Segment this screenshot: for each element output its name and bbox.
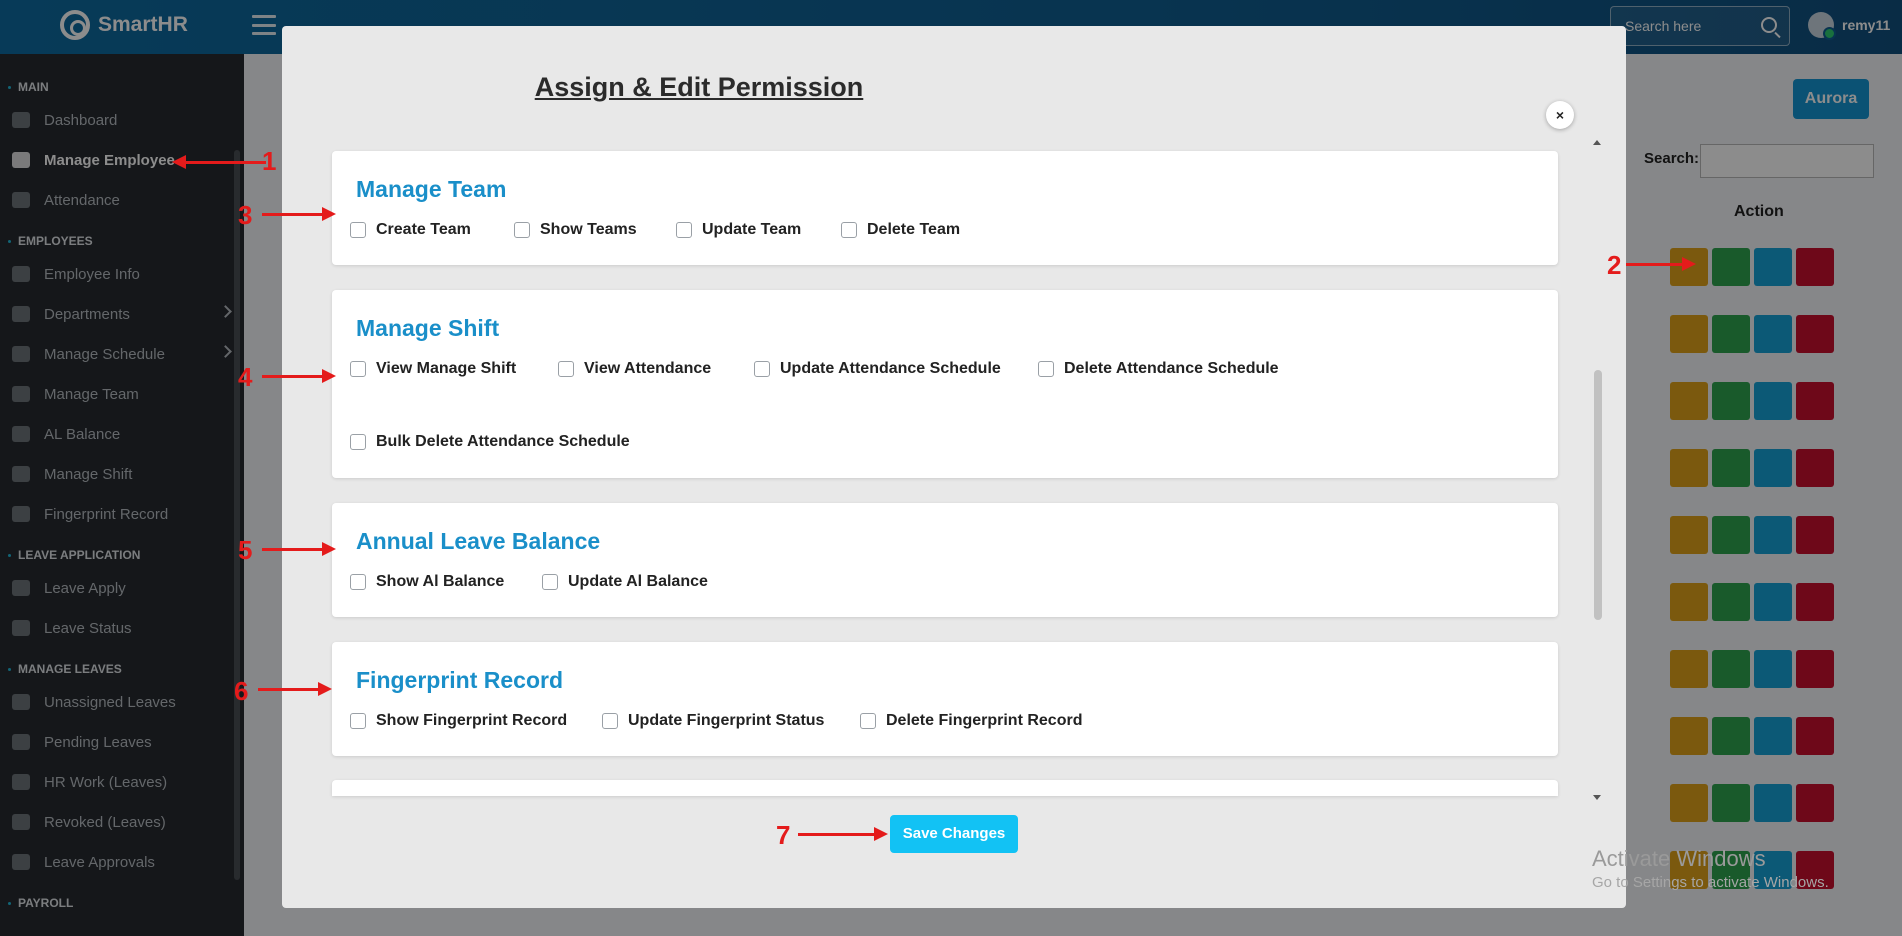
perm-show-fingerprint-record[interactable]: Show Fingerprint Record <box>350 712 567 730</box>
checkbox[interactable] <box>350 574 366 590</box>
section-title: Manage Shift <box>356 315 500 341</box>
section-title: Fingerprint Record <box>356 667 564 693</box>
permission-section-manage-team: Manage Team Create Team Show Teams Updat… <box>332 151 1558 265</box>
checkbox[interactable] <box>542 574 558 590</box>
perm-update-fingerprint-status[interactable]: Update Fingerprint Status <box>602 712 824 730</box>
perm-create-team[interactable]: Create Team <box>350 221 471 239</box>
checkbox[interactable] <box>350 361 366 377</box>
checkbox[interactable] <box>676 222 692 238</box>
close-button[interactable]: × <box>1546 101 1574 129</box>
perm-delete-fingerprint-record[interactable]: Delete Fingerprint Record <box>860 712 1082 730</box>
checkbox[interactable] <box>860 713 876 729</box>
permission-section-manage-shift: Manage Shift View Manage Shift View Atte… <box>332 290 1558 478</box>
save-changes-button[interactable]: Save Changes <box>890 815 1018 853</box>
annotation-label: 6 <box>234 676 249 706</box>
checkbox[interactable] <box>350 434 366 450</box>
annotation-arrow <box>258 682 332 696</box>
checkbox[interactable] <box>1038 361 1054 377</box>
activate-windows-watermark: Activate Windows <box>1592 846 1766 871</box>
perm-delete-attendance-schedule[interactable]: Delete Attendance Schedule <box>1038 360 1279 378</box>
annotation-arrow <box>262 207 336 221</box>
section-title: Annual Leave Balance <box>356 528 601 554</box>
permission-section-fingerprint-record: Fingerprint Record Show Fingerprint Reco… <box>332 642 1558 756</box>
permission-section-annual-leave-balance: Annual Leave Balance Show Al Balance Upd… <box>332 503 1558 617</box>
annotation-label: 5 <box>238 535 253 565</box>
checkbox[interactable] <box>558 361 574 377</box>
perm-show-teams[interactable]: Show Teams <box>514 221 637 239</box>
perm-update-attendance-schedule[interactable]: Update Attendance Schedule <box>754 360 1001 378</box>
perm-bulk-delete-attendance-schedule[interactable]: Bulk Delete Attendance Schedule <box>350 433 630 451</box>
scroll-down-icon[interactable] <box>1593 795 1601 800</box>
annotation-arrow <box>262 542 336 556</box>
checkbox[interactable] <box>350 222 366 238</box>
annotation-arrow <box>798 827 888 841</box>
annotation-label: 4 <box>238 362 253 392</box>
perm-show-al-balance[interactable]: Show Al Balance <box>350 573 504 591</box>
perm-delete-team[interactable]: Delete Team <box>841 221 960 239</box>
scroll-up-icon[interactable] <box>1593 140 1601 145</box>
checkbox[interactable] <box>754 361 770 377</box>
checkbox[interactable] <box>841 222 857 238</box>
annotation-label: 2 <box>1607 250 1622 280</box>
perm-update-team[interactable]: Update Team <box>676 221 801 239</box>
modal-scrollbar[interactable] <box>1590 140 1604 800</box>
annotation-label: 3 <box>238 200 253 230</box>
annotation-arrow <box>262 369 336 383</box>
checkbox[interactable] <box>602 713 618 729</box>
section-title: Manage Team <box>356 176 507 202</box>
annotation-arrow <box>1626 257 1696 271</box>
annotation-arrow <box>172 155 266 169</box>
modal-title: Assign & Edit Permission <box>534 72 864 102</box>
perm-update-al-balance[interactable]: Update Al Balance <box>542 573 708 591</box>
activate-windows-subtext: Go to Settings to activate Windows. <box>1592 874 1829 891</box>
perm-view-manage-shift[interactable]: View Manage Shift <box>350 360 516 378</box>
annotation-label: 7 <box>776 820 791 850</box>
checkbox[interactable] <box>514 222 530 238</box>
scroll-thumb[interactable] <box>1594 370 1602 620</box>
annotation-label: 1 <box>262 146 277 176</box>
perm-view-attendance[interactable]: View Attendance <box>558 360 711 378</box>
permission-section-partial <box>332 780 1558 796</box>
checkbox[interactable] <box>350 713 366 729</box>
